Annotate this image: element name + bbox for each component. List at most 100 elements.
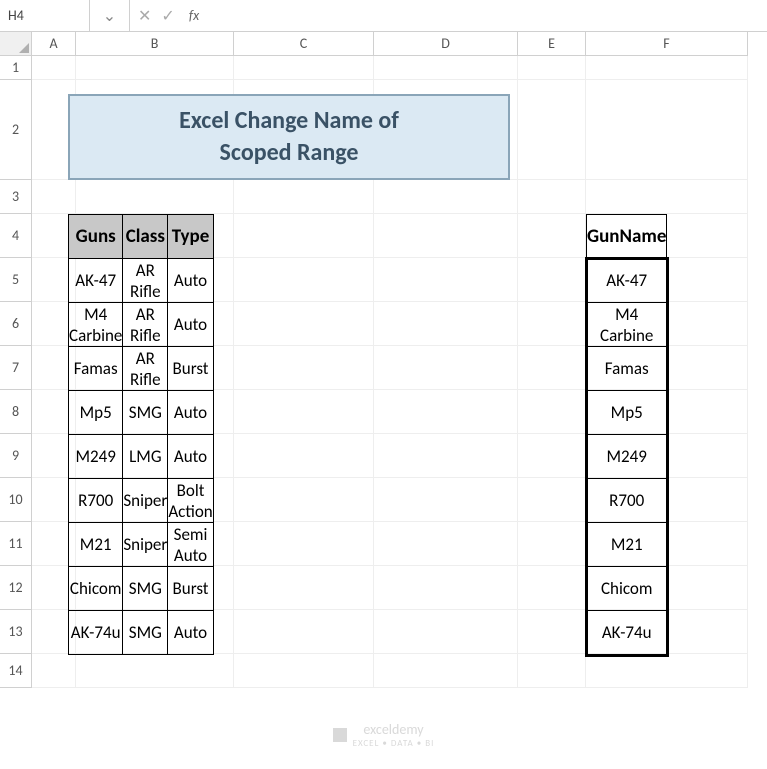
row-header[interactable]: 4 [0, 214, 32, 258]
cell-guns[interactable]: Mp5 [69, 391, 123, 435]
named-range-cell[interactable]: Famas [587, 347, 667, 391]
cell-guns[interactable]: AK-74u [69, 611, 123, 655]
cell-class[interactable]: SMG [123, 611, 168, 655]
name-box-dropdown[interactable]: ⌄ [90, 0, 130, 31]
row-header[interactable]: 14 [0, 654, 32, 688]
row-header[interactable]: 2 [0, 80, 32, 180]
cell-class[interactable]: AR Rifle [123, 347, 168, 391]
row-header[interactable]: 3 [0, 180, 32, 214]
cell-guns[interactable]: M4 Carbine [69, 303, 123, 347]
cell-type[interactable]: Semi Auto [168, 523, 213, 567]
cell-class[interactable]: LMG [123, 435, 168, 479]
column-header[interactable]: A [32, 32, 76, 56]
cell-guns[interactable]: Famas [69, 347, 123, 391]
cell-type[interactable]: Auto [168, 435, 213, 479]
named-range-row: Chicom [587, 567, 667, 611]
row-header[interactable]: 13 [0, 610, 32, 654]
table-row: M21SniperSemi Auto [69, 523, 214, 567]
confirm-icon[interactable]: ✓ [161, 6, 174, 26]
cell-guns[interactable]: AK-47 [69, 259, 123, 303]
named-range-row: M21 [587, 523, 667, 567]
named-range-cell[interactable]: M21 [587, 523, 667, 567]
row-header[interactable]: 11 [0, 522, 32, 566]
row-header[interactable]: 6 [0, 302, 32, 346]
named-range-cell[interactable]: AK-74u [587, 611, 667, 655]
formula-bar: H4 ⌄ ✕ ✓ fx [0, 0, 767, 32]
header-guns: Guns [69, 215, 123, 259]
table-row: ChicomSMGBurst [69, 567, 214, 611]
table-row: M249LMGAuto [69, 435, 214, 479]
watermark-text: exceldemy [353, 721, 435, 738]
named-range-row: Mp5 [587, 391, 667, 435]
cell-type[interactable]: Auto [168, 259, 213, 303]
row-header[interactable]: 8 [0, 390, 32, 434]
cell-class[interactable]: SMG [123, 391, 168, 435]
named-range-body: AK-47M4 CarbineFamasMp5M249R700M21Chicom… [587, 259, 667, 655]
select-all-corner[interactable] [0, 32, 32, 56]
row-header[interactable]: 12 [0, 566, 32, 610]
named-range-table: GunName AK-47M4 CarbineFamasMp5M249R700M… [586, 214, 667, 655]
cell-guns[interactable]: Chicom [69, 567, 123, 611]
named-range-row: R700 [587, 479, 667, 523]
cell-class[interactable]: Sniper [123, 523, 168, 567]
table-row: M4 CarbineAR RifleAuto [69, 303, 214, 347]
watermark-subtext: EXCEL • DATA • BI [353, 738, 435, 749]
cell-type[interactable]: Burst [168, 567, 213, 611]
fx-icon[interactable]: fx [185, 7, 203, 24]
table-row: FamasAR RifleBurst [69, 347, 214, 391]
table-body: AK-47AR RifleAutoM4 CarbineAR RifleAutoF… [69, 259, 214, 655]
header-class: Class [123, 215, 168, 259]
table-row: AK-74uSMGAuto [69, 611, 214, 655]
cancel-icon[interactable]: ✕ [138, 6, 151, 26]
row-header[interactable]: 7 [0, 346, 32, 390]
named-range-header: GunName [587, 215, 667, 259]
watermark: exceldemy EXCEL • DATA • BI [0, 721, 767, 749]
named-range-cell[interactable]: R700 [587, 479, 667, 523]
column-headers-row: ABCDEF [0, 32, 767, 56]
cell-type[interactable]: Auto [168, 611, 213, 655]
cell-class[interactable]: SMG [123, 567, 168, 611]
table-row: R700SniperBolt Action [69, 479, 214, 523]
header-type: Type [168, 215, 213, 259]
cell-guns[interactable]: M21 [69, 523, 123, 567]
title-text: Excel Change Name of Scoped Range [179, 105, 399, 170]
column-header[interactable]: F [586, 32, 748, 56]
named-range-cell[interactable]: M249 [587, 435, 667, 479]
column-header[interactable]: B [76, 32, 234, 56]
named-range-cell[interactable]: Chicom [587, 567, 667, 611]
named-range-row: Famas [587, 347, 667, 391]
formula-controls: ✕ ✓ fx [130, 0, 211, 31]
row-header[interactable]: 5 [0, 258, 32, 302]
cell-class[interactable]: AR Rifle [123, 303, 168, 347]
table-row: Mp5SMGAuto [69, 391, 214, 435]
named-range-row: M249 [587, 435, 667, 479]
cell-type[interactable]: Bolt Action [168, 479, 213, 523]
cell-type[interactable]: Auto [168, 391, 213, 435]
name-box[interactable]: H4 [0, 0, 90, 31]
named-range-cell[interactable]: Mp5 [587, 391, 667, 435]
named-range-row: AK-47 [587, 259, 667, 303]
row-header[interactable]: 1 [0, 56, 32, 80]
cell-type[interactable]: Burst [168, 347, 213, 391]
named-range-row: M4 Carbine [587, 303, 667, 347]
named-range-cell[interactable]: M4 Carbine [587, 303, 667, 347]
table-header-row: Guns Class Type [69, 215, 214, 259]
table-row: AK-47AR RifleAuto [69, 259, 214, 303]
watermark-icon [333, 728, 347, 742]
row-headers-column: 1234567891011121314 [0, 56, 32, 688]
cell-guns[interactable]: R700 [69, 479, 123, 523]
row-header[interactable]: 10 [0, 478, 32, 522]
cell-class[interactable]: AR Rifle [123, 259, 168, 303]
column-header[interactable]: C [234, 32, 374, 56]
cell-guns[interactable]: M249 [69, 435, 123, 479]
cell-type[interactable]: Auto [168, 303, 213, 347]
named-range-row: AK-74u [587, 611, 667, 655]
column-header[interactable]: E [518, 32, 586, 56]
spreadsheet-grid: ABCDEF 1234567891011121314 Excel Change … [0, 32, 767, 688]
column-header[interactable]: D [374, 32, 518, 56]
title-merged-cell: Excel Change Name of Scoped Range [68, 94, 510, 180]
row-header[interactable]: 9 [0, 434, 32, 478]
cell-class[interactable]: Sniper [123, 479, 168, 523]
named-range-cell[interactable]: AK-47 [587, 259, 667, 303]
main-data-table: Guns Class Type AK-47AR RifleAutoM4 Carb… [68, 214, 214, 655]
